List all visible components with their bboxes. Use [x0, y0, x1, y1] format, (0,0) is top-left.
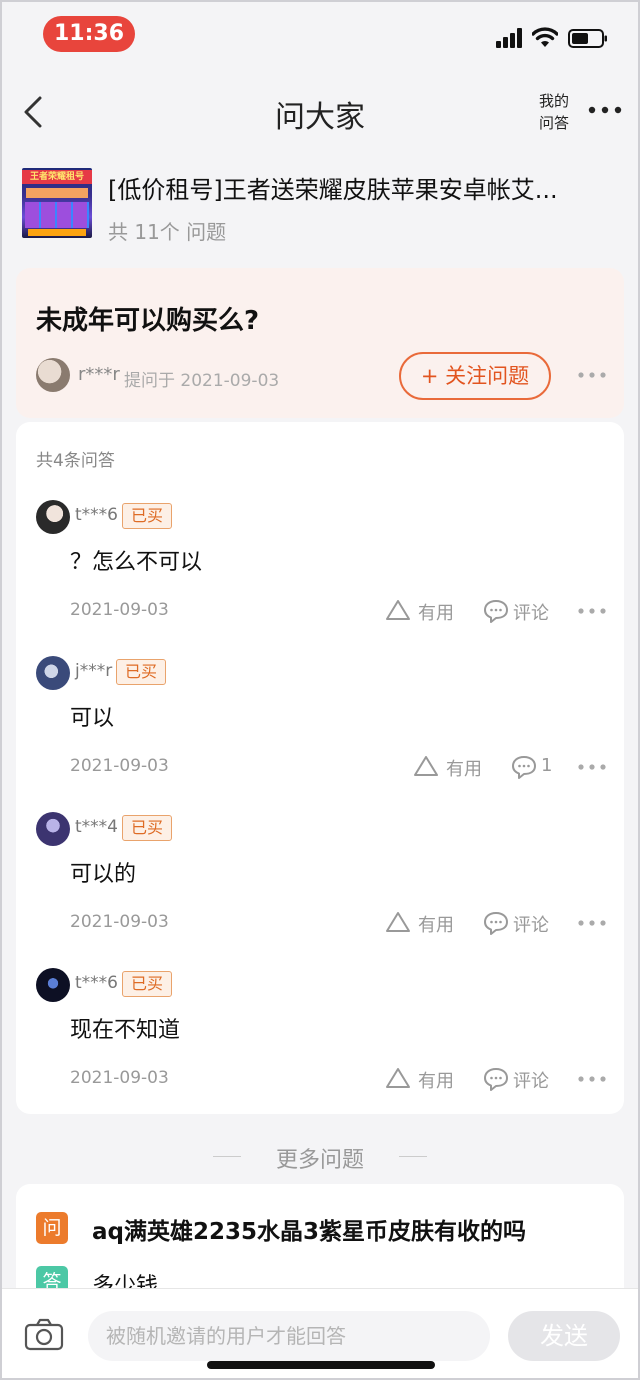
- purchased-badge: 已买: [122, 503, 172, 529]
- useful-button[interactable]: 有用: [412, 754, 492, 780]
- answer-date: 2021-09-03: [70, 756, 169, 776]
- comment-icon: [484, 600, 508, 623]
- answerer-name: t***6: [75, 505, 118, 525]
- answer-date: 2021-09-03: [70, 1068, 169, 1088]
- purchased-badge: 已买: [116, 659, 166, 685]
- status-time: 11:36: [43, 16, 135, 52]
- wifi-icon: [532, 27, 558, 47]
- answer-more-icon[interactable]: [578, 920, 606, 926]
- useful-button[interactable]: 有用: [384, 910, 464, 936]
- comment-label: 评论: [513, 915, 549, 936]
- comment-count: 1: [541, 755, 553, 776]
- follow-question-button[interactable]: + 关注问题: [399, 352, 551, 400]
- useful-label: 有用: [418, 915, 454, 936]
- question-text: 未成年可以购买么?: [36, 306, 260, 336]
- more-icon[interactable]: [588, 106, 622, 114]
- answer-item: j***r 已买 可以 2021-09-03 有用 1: [16, 656, 624, 812]
- my-answers-button[interactable]: 我的 问答: [530, 90, 578, 134]
- question-more-icon[interactable]: [578, 372, 606, 378]
- answer-more-icon[interactable]: [578, 608, 606, 614]
- battery-icon: [568, 29, 607, 48]
- product-question-count: 共 11个 问题: [108, 220, 227, 244]
- answers-count: 共4条问答: [36, 451, 115, 471]
- purchased-badge: 已买: [122, 971, 172, 997]
- useful-label: 有用: [418, 603, 454, 624]
- answerer-avatar: [36, 968, 70, 1002]
- answer-text: ？怎么不可以: [70, 550, 203, 575]
- useful-label: 有用: [446, 759, 482, 780]
- answerer-avatar: [36, 500, 70, 534]
- more-question-card[interactable]: 问 aq满英雄2235水晶3紫星币皮肤有收的吗 答 多少钱: [16, 1184, 624, 1294]
- comment-icon: [512, 756, 536, 779]
- answer-item: t***6 已买 ？怎么不可以 2021-09-03 有用 评论: [16, 500, 624, 656]
- answer-item: t***6 已买 现在不知道 2021-09-03 有用 评论: [16, 968, 624, 1124]
- camera-icon[interactable]: [24, 1317, 64, 1351]
- answer-text: 现在不知道: [70, 1018, 181, 1043]
- answerer-avatar: [36, 656, 70, 690]
- more-questions-label: 更多问题: [275, 1148, 364, 1173]
- comment-label: 评论: [513, 603, 549, 624]
- answer-more-icon[interactable]: [578, 1076, 606, 1082]
- home-indicator: [207, 1361, 435, 1369]
- signal-icon: [496, 28, 524, 48]
- useful-label: 有用: [418, 1071, 454, 1092]
- status-bar: 11:36: [0, 0, 640, 70]
- my-answers-label-line2: 问答: [538, 114, 569, 132]
- more-questions-divider: 更多问题: [0, 1142, 640, 1173]
- comment-icon: [484, 912, 508, 935]
- asked-date: 提问于 2021-09-03: [124, 371, 280, 391]
- more-question-text: aq满英雄2235水晶3紫星币皮肤有收的吗: [92, 1219, 527, 1245]
- product-title: [低价租号]王者送荣耀皮肤苹果安卓帐艾...: [108, 176, 558, 204]
- useful-icon: [414, 756, 438, 776]
- answerer-avatar: [36, 812, 70, 846]
- comment-button[interactable]: 评论: [483, 598, 563, 624]
- useful-button[interactable]: 有用: [384, 1066, 464, 1092]
- useful-button[interactable]: 有用: [384, 598, 464, 624]
- send-button[interactable]: 发送: [508, 1311, 620, 1361]
- comment-button[interactable]: 1: [511, 754, 561, 780]
- answer-date: 2021-09-03: [70, 912, 169, 932]
- answer-text: 可以的: [70, 862, 137, 887]
- asker-avatar: [36, 358, 70, 392]
- comment-button[interactable]: 评论: [483, 910, 563, 936]
- answer-date: 2021-09-03: [70, 600, 169, 620]
- answer-text: 可以: [70, 706, 115, 731]
- my-answers-label-line1: 我的: [538, 92, 569, 110]
- asker-name: r***r: [78, 364, 120, 385]
- answer-more-icon[interactable]: [578, 764, 606, 770]
- comment-icon: [484, 1068, 508, 1091]
- answer-item: t***4 已买 可以的 2021-09-03 有用 评论: [16, 812, 624, 968]
- answerer-name: j***r: [75, 661, 113, 681]
- useful-icon: [386, 912, 410, 932]
- product-thumbnail: 王者荣耀租号: [22, 168, 92, 238]
- useful-icon: [386, 600, 410, 620]
- comment-label: 评论: [513, 1071, 549, 1092]
- purchased-badge: 已买: [122, 815, 172, 841]
- answerer-name: t***6: [75, 973, 118, 993]
- nav-bar: 问大家 我的 问答: [0, 72, 640, 154]
- product-summary[interactable]: 王者荣耀租号 [低价租号]王者送荣耀皮肤苹果安卓帐艾... 共 11个 问题: [22, 168, 622, 246]
- reply-input[interactable]: [88, 1311, 490, 1361]
- answerer-name: t***4: [75, 817, 118, 837]
- comment-button[interactable]: 评论: [483, 1066, 563, 1092]
- question-tag-icon: 问: [36, 1212, 68, 1244]
- question-card: 未成年可以购买么? r***r 提问于 2021-09-03 + 关注问题: [16, 268, 624, 418]
- thumbnail-caption: 王者荣耀租号: [22, 170, 92, 184]
- answers-card: 共4条问答 t***6 已买 ？怎么不可以 2021-09-03 有用 评论 j…: [16, 422, 624, 1114]
- useful-icon: [386, 1068, 410, 1088]
